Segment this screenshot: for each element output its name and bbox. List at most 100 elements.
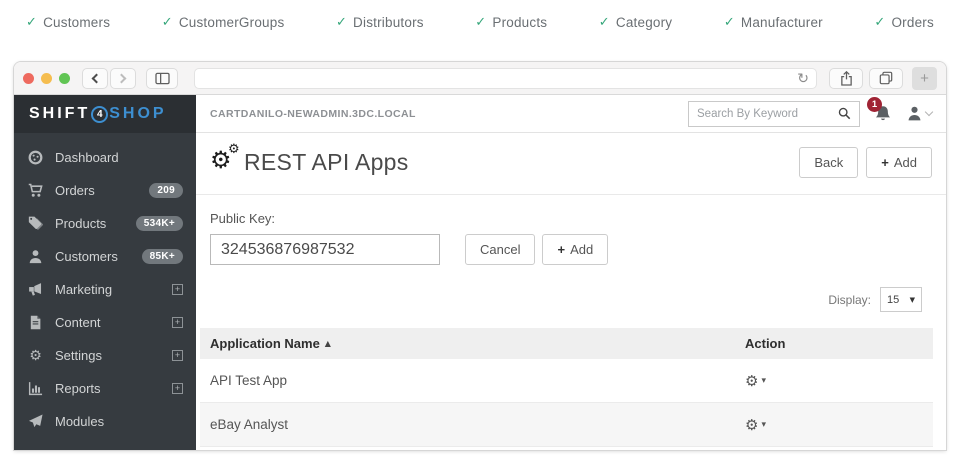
- sidebar-panel-icon: [155, 72, 170, 85]
- check-icon: ✓: [475, 15, 486, 30]
- expand-icon[interactable]: +: [172, 284, 183, 295]
- plus-icon: +: [557, 242, 565, 257]
- checklist-products: ✓Products: [475, 15, 547, 30]
- check-icon: ✓: [874, 15, 885, 30]
- sidebar-item-label: Marketing: [55, 282, 112, 297]
- page-title: REST API Apps: [244, 149, 409, 176]
- row-action-menu-button[interactable]: ⚙ ▾: [745, 416, 766, 434]
- sidebar-item-products[interactable]: Products 534K+: [14, 207, 196, 240]
- expand-icon[interactable]: +: [172, 350, 183, 361]
- zoom-window-button[interactable]: [59, 73, 70, 84]
- header-actions: 1: [688, 101, 932, 127]
- check-icon: ✓: [336, 15, 347, 30]
- caret-down-icon: ▾: [761, 376, 766, 386]
- public-key-line: Cancel +Add: [210, 234, 932, 265]
- sidebar-item-settings[interactable]: ⚙ Settings +: [14, 339, 196, 372]
- test-checklist-bar: ✓Customers ✓CustomerGroups ✓Distributors…: [0, 0, 960, 44]
- person-icon: [906, 105, 923, 122]
- back-page-button[interactable]: Back: [799, 147, 858, 178]
- row-action-menu-button[interactable]: ⚙ ▾: [745, 372, 766, 390]
- address-bar[interactable]: ↻: [194, 68, 817, 89]
- paper-plane-icon: [27, 414, 44, 430]
- logo-text-shift: SHIFT: [29, 105, 90, 123]
- api-apps-table: Application Name ▲ Action API Test App ⚙…: [200, 328, 933, 447]
- table-row: eBay Analyst ⚙ ▾: [200, 403, 933, 447]
- sidebar-item-label: Settings: [55, 348, 102, 363]
- caret-down-icon: ▾: [761, 420, 766, 430]
- user-icon: [27, 249, 44, 265]
- toolbar-right: +: [829, 67, 937, 90]
- nav-buttons: [82, 68, 136, 89]
- cancel-button[interactable]: Cancel: [465, 234, 535, 265]
- sidebar-item-marketing[interactable]: Marketing +: [14, 273, 196, 306]
- refresh-icon[interactable]: ↻: [797, 70, 809, 89]
- select-caret-icon: ▼: [910, 296, 915, 304]
- sidebar-item-modules[interactable]: Modules: [14, 405, 196, 438]
- checklist-manufacturer: ✓Manufacturer: [724, 15, 823, 30]
- expand-icon[interactable]: +: [172, 317, 183, 328]
- gear-icon: ⚙: [745, 372, 758, 390]
- new-tab-button[interactable]: +: [912, 67, 937, 90]
- logo-text-shop: SHOP: [109, 105, 166, 123]
- tabs-icon: [879, 71, 893, 85]
- display-count-value: 15: [887, 294, 899, 306]
- browser-toolbar: ↻ +: [14, 62, 946, 95]
- checklist-customers: ✓Customers: [26, 15, 110, 30]
- sidebar-item-content[interactable]: Content +: [14, 306, 196, 339]
- sidebar-item-label: Products: [55, 216, 106, 231]
- main-content: CARTDANILO-NEWADMIN.3DC.LOCAL 1: [196, 95, 946, 450]
- list-controls: Display: 15 ▼: [196, 265, 946, 322]
- expand-icon[interactable]: +: [172, 383, 183, 394]
- check-icon: ✓: [162, 15, 173, 30]
- sidebar-item-reports[interactable]: Reports +: [14, 372, 196, 405]
- check-icon: ✓: [599, 15, 610, 30]
- add-app-button[interactable]: +Add: [866, 147, 932, 178]
- app-name: eBay Analyst: [210, 417, 745, 432]
- display-count-select[interactable]: 15 ▼: [880, 287, 922, 312]
- sidebar-toggle-button[interactable]: [146, 68, 178, 89]
- plus-icon: +: [881, 155, 889, 170]
- admin-header: CARTDANILO-NEWADMIN.3DC.LOCAL 1: [196, 95, 946, 133]
- check-icon: ✓: [26, 15, 37, 30]
- row-action-cell: ⚙ ▾: [745, 372, 923, 390]
- checklist-distributors: ✓Distributors: [336, 15, 424, 30]
- logo-4-icon: 4: [91, 106, 108, 123]
- table-row: API Test App ⚙ ▾: [200, 359, 933, 403]
- shift4shop-logo[interactable]: SHIFT 4 SHOP: [14, 95, 196, 133]
- bar-chart-icon: [27, 381, 44, 397]
- api-gears-icon: ⚙ ⚙: [210, 148, 244, 178]
- share-button[interactable]: [829, 68, 863, 89]
- column-application-name[interactable]: Application Name ▲: [210, 336, 745, 351]
- gears-icon: ⚙: [27, 348, 44, 364]
- tabs-overview-button[interactable]: [869, 68, 903, 89]
- chevron-left-icon: [92, 73, 102, 83]
- notifications-button[interactable]: 1: [874, 105, 892, 123]
- page-title-row: ⚙ ⚙ REST API Apps Back +Add: [196, 133, 946, 195]
- forward-button[interactable]: [110, 68, 136, 89]
- checklist-customergroups: ✓CustomerGroups: [162, 15, 285, 30]
- share-icon: [840, 71, 853, 86]
- sidebar-item-customers[interactable]: Customers 85K+: [14, 240, 196, 273]
- gear-icon: ⚙: [745, 416, 758, 434]
- window-controls: [23, 73, 70, 84]
- search-input[interactable]: [697, 108, 838, 120]
- sidebar-item-label: Customers: [55, 249, 118, 264]
- checklist-category: ✓Category: [599, 15, 672, 30]
- public-key-form: Public Key: Cancel +Add: [196, 195, 946, 265]
- confirm-add-button[interactable]: +Add: [542, 234, 608, 265]
- sidebar-item-orders[interactable]: Orders 209: [14, 174, 196, 207]
- search-icon[interactable]: [838, 107, 851, 120]
- table-header: Application Name ▲ Action: [200, 328, 933, 359]
- column-action: Action: [745, 336, 923, 351]
- close-window-button[interactable]: [23, 73, 34, 84]
- sidebar-item-dashboard[interactable]: Dashboard: [14, 141, 196, 174]
- public-key-input[interactable]: [210, 234, 440, 265]
- sidebar-item-label: Reports: [55, 381, 101, 396]
- sort-asc-icon: ▲: [325, 339, 331, 348]
- orders-count-badge: 209: [149, 183, 183, 198]
- notification-count-badge: 1: [867, 97, 882, 112]
- megaphone-icon: [27, 282, 44, 298]
- account-menu-button[interactable]: [906, 105, 932, 122]
- minimize-window-button[interactable]: [41, 73, 52, 84]
- back-button[interactable]: [82, 68, 108, 89]
